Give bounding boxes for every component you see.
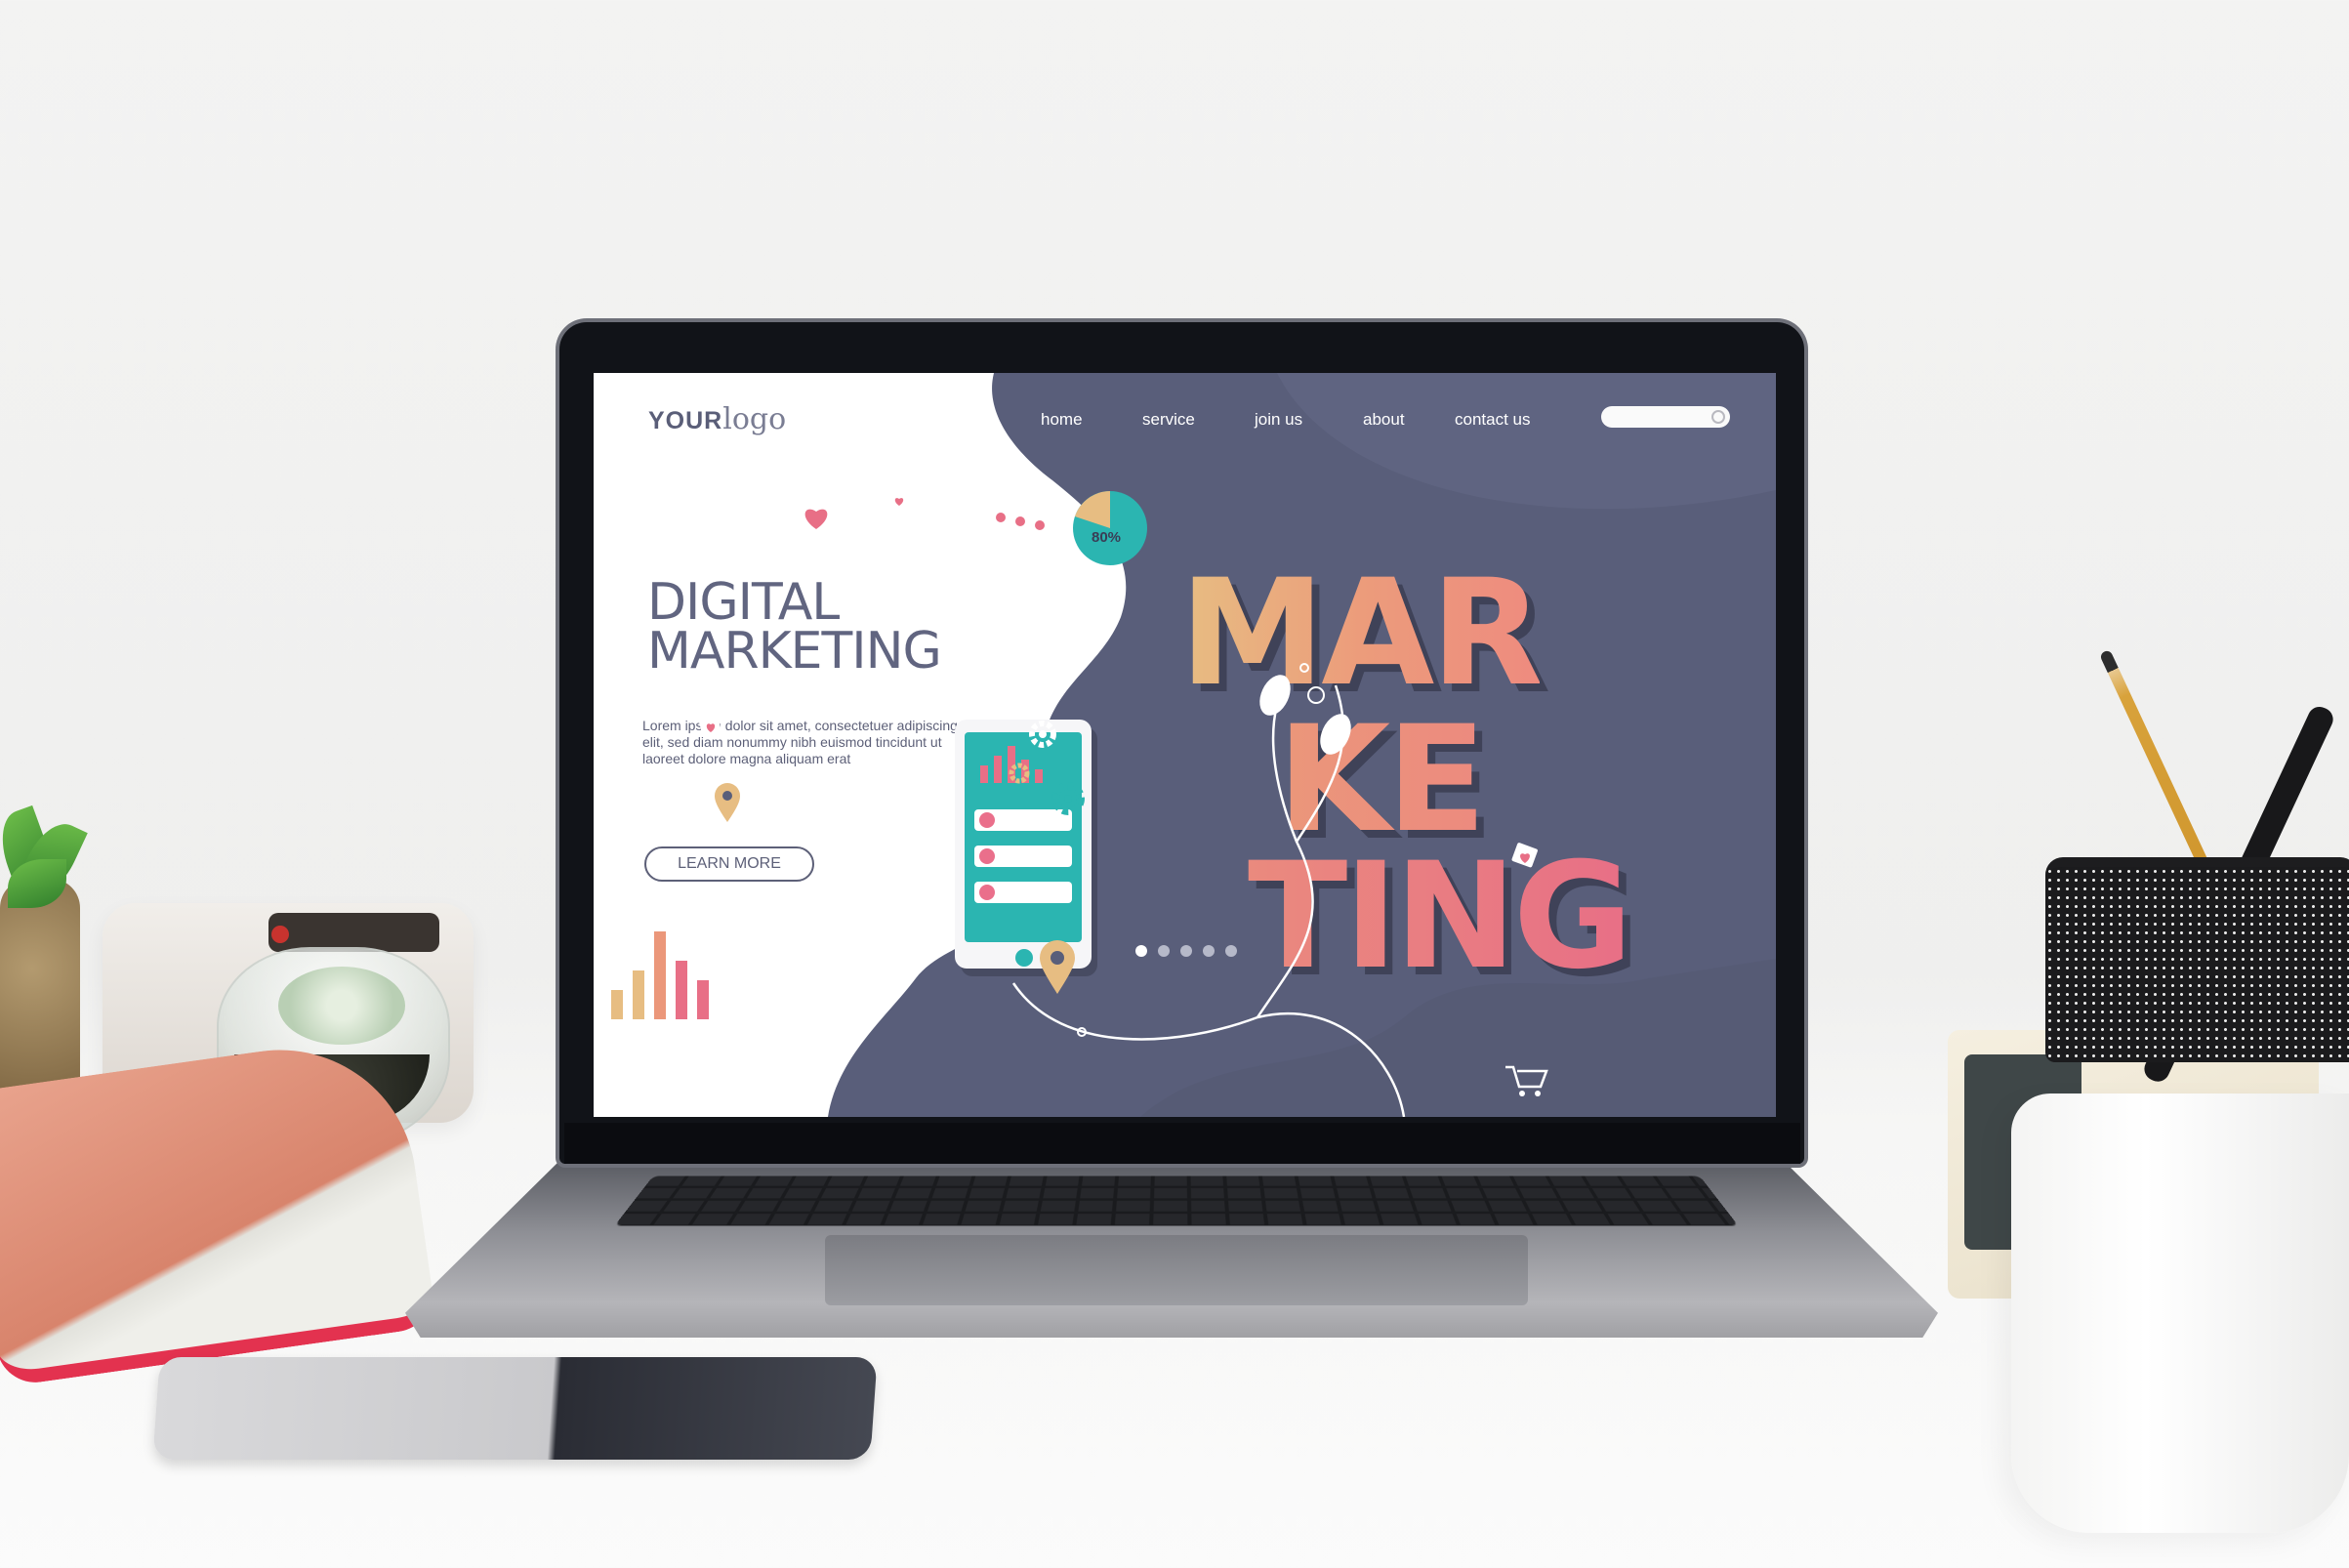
heart-bubble-tiny-icon [1511,843,1538,868]
carousel-dot[interactable] [1158,945,1170,957]
laptop-trackpad [825,1235,1528,1305]
camera-red-button [271,926,289,943]
heart-bubble-small-icon [890,494,908,508]
pie-percent-label: 80% [1092,529,1122,546]
carousel-dots [1135,945,1248,957]
carousel-dot[interactable] [1225,945,1237,957]
cart-icon [884,450,927,481]
heart-bubble-icon [791,492,842,551]
cart-icon [1505,1065,1548,1096]
gear-icon [1051,782,1085,815]
bar-chart-icon [603,931,725,1023]
laptop-screen: YOURlogo home service join us about cont… [594,373,1776,1117]
gear-icon [1009,763,1030,784]
location-pin-icon [715,783,740,822]
smartphone [152,1357,878,1460]
heart-bubble-tiny-icon [698,716,722,738]
location-pin-icon [1040,940,1075,994]
laptop-keyboard [614,1176,1739,1226]
carousel-dot[interactable] [1135,945,1147,957]
plant-pot [0,879,80,1103]
laptop-chin [564,1123,1800,1164]
gear-icon [1029,721,1056,748]
pie-chart-icon [1073,491,1147,565]
carousel-dot[interactable] [1203,945,1215,957]
camera-flash-strip [268,913,439,952]
succulent [278,967,405,1045]
mesh-pencil-cup [2045,857,2349,1062]
chat-bubble-icon [971,498,1067,562]
white-mug [2011,1093,2349,1533]
leather-pouch [0,1032,437,1388]
carousel-dot[interactable] [1180,945,1192,957]
